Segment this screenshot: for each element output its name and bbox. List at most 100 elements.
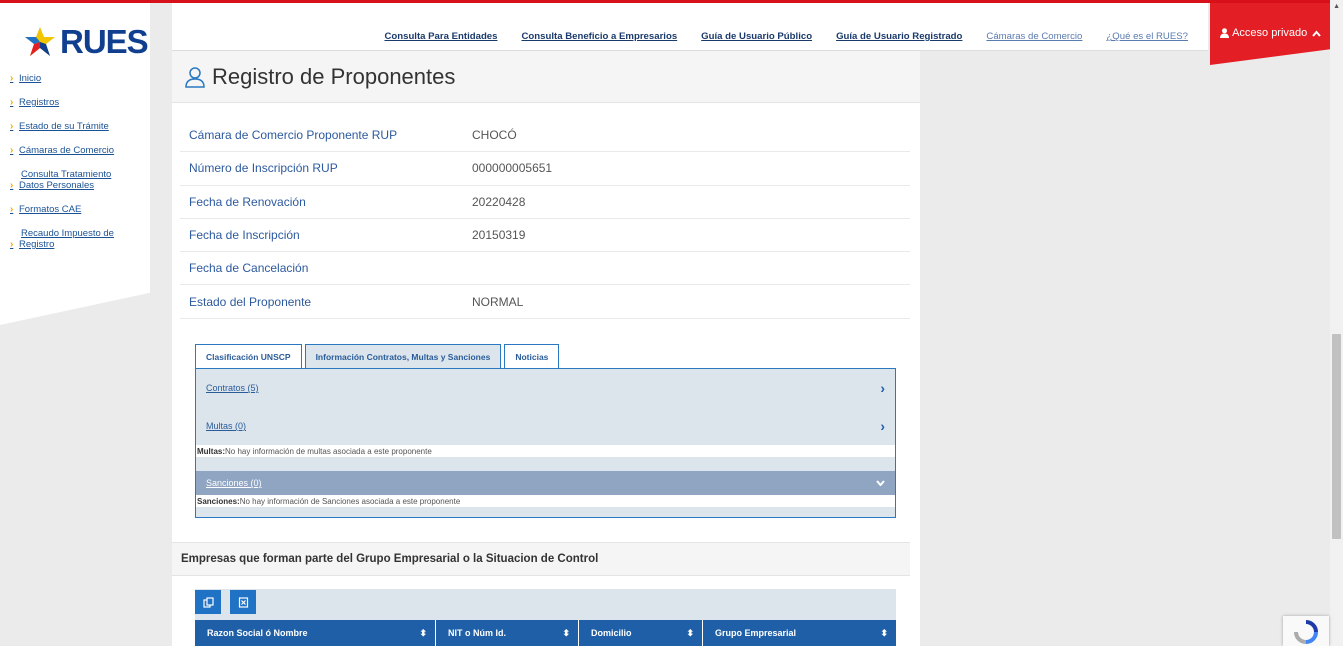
header-nav: Consulta Para Entidades Consulta Benefic…	[384, 31, 1188, 42]
accordion-contratos[interactable]: Contratos (5) ›	[196, 369, 895, 407]
detail-value: 20150319	[472, 228, 526, 243]
chevron-right-icon: ›	[10, 239, 14, 250]
sanciones-link[interactable]: Sanciones (0)	[206, 478, 262, 488]
column-label: Grupo Empresarial	[715, 628, 797, 638]
chevron-down-icon	[876, 480, 885, 486]
excel-export-button[interactable]	[230, 590, 256, 614]
detail-value: NORMAL	[472, 294, 524, 309]
chevron-right-icon: ›	[10, 121, 14, 132]
sidebar-item-label: Formatos CAE	[19, 204, 82, 215]
recaptcha-icon	[1294, 620, 1318, 644]
chevron-right-icon: ›	[10, 204, 14, 215]
chevron-right-icon: ›	[880, 380, 885, 396]
sort-icon: ⬍	[880, 627, 888, 638]
excel-icon	[238, 596, 248, 608]
multas-note-label: Multas:	[197, 446, 225, 456]
sidebar-item-label: Datos Personales	[19, 180, 94, 191]
chevron-right-icon: ›	[10, 145, 14, 156]
sanciones-note-label: Sanciones:	[197, 496, 240, 506]
sidebar-item-label: Inicio	[19, 73, 42, 84]
sort-icon: ⬍	[686, 627, 694, 638]
sidebar-item-tratamiento-datos[interactable]: Consulta Tratamiento › Datos Personales	[10, 169, 150, 191]
multas-link[interactable]: Multas (0)	[206, 421, 246, 431]
recaptcha-badge[interactable]	[1283, 616, 1329, 646]
sidebar: RUES › Inicio › Registros › Estado de su Tr…	[0, 3, 150, 325]
detail-row: Fecha de Inscripción 20150319	[180, 219, 910, 253]
sanciones-note: Sanciones: No hay información de Sancion…	[196, 495, 895, 507]
detail-label: Fecha de Inscripción	[189, 228, 300, 243]
accordion-multas[interactable]: Multas (0) ›	[196, 407, 895, 445]
sort-icon: ⬍	[419, 627, 427, 638]
scroll-thumb[interactable]	[1332, 334, 1341, 539]
chevron-right-icon: ›	[10, 97, 14, 108]
detail-row: Estado del Proponente NORMAL	[180, 285, 910, 319]
nav-consulta-entidades[interactable]: Consulta Para Entidades	[384, 31, 497, 42]
detail-value: 20220428	[472, 194, 526, 209]
detail-label: Número de Inscripción RUP	[189, 161, 338, 176]
page-scrollbar[interactable]: ▲	[1330, 0, 1343, 646]
multas-note-text: No hay información de multas asociada a …	[225, 446, 432, 456]
rues-logo[interactable]: RUES	[24, 23, 149, 61]
detail-row: Número de Inscripción RUP 000000005651	[180, 152, 910, 186]
multas-note: Multas: No hay información de multas aso…	[196, 445, 895, 457]
scroll-up-icon[interactable]: ▲	[1333, 3, 1340, 10]
copy-button[interactable]	[195, 590, 221, 614]
detail-value: CHOCÓ	[472, 128, 517, 143]
sidebar-item-label: Recaudo Impuesto de	[21, 228, 114, 239]
page-title: Registro de Proponentes	[212, 63, 456, 89]
nav-camaras[interactable]: Cámaras de Comercio	[986, 31, 1082, 42]
detail-row: Cámara de Comercio Proponente RUP CHOCÓ	[180, 119, 910, 153]
proponent-user-icon	[185, 66, 205, 88]
sidebar-item-recaudo-impuesto[interactable]: Recaudo Impuesto de › Registro	[10, 228, 150, 250]
nav-guia-registrado[interactable]: Guía de Usuario Registrado	[836, 31, 962, 42]
tab-contratos-multas-sanciones[interactable]: Información Contratos, Multas y Sancione…	[304, 344, 502, 368]
chevron-right-icon: ›	[10, 180, 14, 191]
column-label: Domicilio	[591, 628, 632, 638]
tab-noticias[interactable]: Noticias	[504, 344, 560, 368]
detail-label: Fecha de Cancelación	[189, 261, 309, 276]
detail-value: 000000005651	[472, 161, 553, 176]
private-access-label: Acceso privado	[1232, 27, 1308, 40]
user-icon	[1220, 28, 1229, 39]
table-header: Razon Social ó Nombre ⬍ NIT o Núm Id. ⬍ Do…	[195, 620, 896, 646]
sidebar-item-label: Cámaras de Comercio	[19, 145, 115, 156]
column-domicilio[interactable]: Domicilio ⬍	[579, 620, 703, 646]
sidebar-item-label: Estado de su Trámite	[19, 121, 109, 132]
detail-label: Estado del Proponente	[189, 294, 312, 309]
accordion-sanciones[interactable]: Sanciones (0)	[196, 471, 895, 495]
contratos-link[interactable]: Contratos (5)	[206, 383, 259, 393]
column-label: NIT o Núm Id.	[448, 628, 506, 638]
page-title-bar: Registro de Proponentes	[172, 51, 920, 103]
sidebar-item-inicio[interactable]: › Inicio	[10, 73, 150, 84]
group-table: Razon Social ó Nombre ⬍ NIT o Núm Id. ⬍ Do…	[195, 589, 896, 646]
chevron-right-icon: ›	[10, 73, 14, 84]
sidebar-item-registros[interactable]: › Registros	[10, 97, 150, 108]
logo-text: RUES	[60, 23, 149, 60]
detail-tabs: Clasificación UNSCP Información Contrato…	[195, 344, 560, 368]
sidebar-item-camaras[interactable]: › Cámaras de Comercio	[10, 145, 150, 156]
column-nit[interactable]: NIT o Núm Id. ⬍	[436, 620, 579, 646]
header: Consulta Para Entidades Consulta Benefic…	[172, 3, 1208, 51]
sanciones-note-text: No hay información de Sanciones asociada…	[239, 496, 461, 506]
detail-label: Fecha de Renovación	[189, 194, 306, 209]
nav-consulta-beneficio[interactable]: Consulta Beneficio a Empresarios	[521, 31, 677, 42]
sidebar-item-label: Registro	[19, 239, 55, 250]
copy-icon	[202, 596, 214, 608]
sidebar-item-formatos-cae[interactable]: › Formatos CAE	[10, 204, 150, 215]
column-razon-social[interactable]: Razon Social ó Nombre ⬍	[195, 620, 436, 646]
sidebar-item-label: Consulta Tratamiento	[21, 169, 112, 180]
nav-que-es-rues[interactable]: ¿Qué es el RUES?	[1106, 31, 1188, 42]
private-access-button[interactable]: Acceso privado	[1210, 3, 1333, 65]
sidebar-nav: › Inicio › Registros › Estado de su Trámite…	[10, 73, 150, 263]
detail-row: Fecha de Renovación 20220428	[180, 186, 910, 219]
column-grupo-empresarial[interactable]: Grupo Empresarial ⬍	[703, 620, 896, 646]
tab-clasificacion-unscp[interactable]: Clasificación UNSCP	[195, 344, 302, 368]
group-section-title: Empresas que forman parte del Grupo Empr…	[172, 542, 910, 576]
column-label: Razon Social ó Nombre	[207, 628, 308, 638]
sidebar-item-estado-tramite[interactable]: › Estado de su Trámite	[10, 121, 150, 132]
rues-star-icon	[25, 27, 55, 56]
sort-icon: ⬍	[562, 627, 570, 638]
nav-guia-publico[interactable]: Guía de Usuario Público	[701, 31, 812, 42]
proponent-details: Cámara de Comercio Proponente RUP CHOCÓ N…	[180, 119, 910, 319]
chevron-up-icon	[1312, 30, 1322, 37]
